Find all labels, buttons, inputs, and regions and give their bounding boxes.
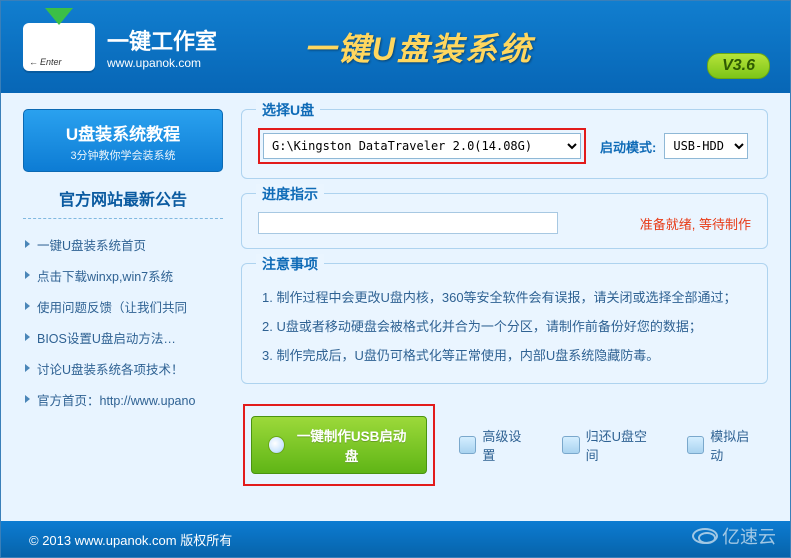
watermark: 亿速云 bbox=[692, 523, 776, 549]
note-item: 制作过程中会更改U盘内核，360等安全软件会有误报，请关闭或选择全部通过； bbox=[262, 282, 751, 311]
main-panel: 选择U盘 G:\Kingston DataTraveler 2.0(14.08G… bbox=[241, 109, 768, 513]
brand-name: 一键工作室 bbox=[107, 24, 217, 56]
logo-icon: Enter bbox=[23, 23, 95, 71]
app-header: Enter 一键工作室 www.upanok.com 一键U盘装系统 V3.6 bbox=[1, 1, 790, 93]
progress-status: 准备就绪, 等待制作 bbox=[640, 214, 751, 233]
create-usb-button[interactable]: 一键制作USB启动盘 bbox=[251, 416, 427, 474]
section-title: 注意事项 bbox=[256, 254, 324, 274]
sidebar-link[interactable]: 点击下载winxp,win7系统 bbox=[23, 260, 223, 291]
highlight-box: 一键制作USB启动盘 bbox=[243, 404, 435, 486]
disc-icon bbox=[268, 436, 285, 454]
select-usb-section: 选择U盘 G:\Kingston DataTraveler 2.0(14.08G… bbox=[241, 109, 768, 179]
tutorial-title: U盘装系统教程 bbox=[28, 120, 218, 145]
version-badge: V3.6 bbox=[707, 53, 770, 79]
progress-section: 进度指示 准备就绪, 等待制作 bbox=[241, 193, 768, 249]
highlight-box: G:\Kingston DataTraveler 2.0(14.08G) bbox=[258, 128, 586, 164]
monitor-icon bbox=[687, 436, 704, 454]
boot-mode-label: 启动模式: bbox=[600, 137, 656, 156]
sidebar-link[interactable]: 使用问题反馈（让我们共同 bbox=[23, 291, 223, 322]
restore-space-button[interactable]: 归还U盘空间 bbox=[556, 422, 663, 468]
note-item: 制作完成后，U盘仍可格式化等正常使用，内部U盘系统隐藏防毒。 bbox=[262, 340, 751, 369]
progress-bar bbox=[258, 212, 558, 234]
copyright: © 2013 www.upanok.com 版权所有 bbox=[29, 530, 232, 549]
button-label: 高级设置 bbox=[482, 426, 532, 464]
announcement-list: 一键U盘装系统首页 点击下载winxp,win7系统 使用问题反馈（让我们共同 … bbox=[23, 229, 223, 415]
tutorial-subtitle: 3分钟教你学会装系统 bbox=[28, 147, 218, 163]
notes-section: 注意事项 制作过程中会更改U盘内核，360等安全软件会有误报，请关闭或选择全部通… bbox=[241, 263, 768, 384]
tutorial-button[interactable]: U盘装系统教程 3分钟教你学会装系统 bbox=[23, 109, 223, 172]
note-item: U盘或者移动硬盘会被格式化并合为一个分区，请制作前备份好您的数据； bbox=[262, 311, 751, 340]
restore-icon bbox=[562, 436, 579, 454]
advanced-settings-button[interactable]: 高级设置 bbox=[453, 422, 538, 468]
button-label: 归还U盘空间 bbox=[586, 426, 657, 464]
sidebar-link[interactable]: 一键U盘装系统首页 bbox=[23, 229, 223, 260]
sidebar: U盘装系统教程 3分钟教你学会装系统 官方网站最新公告 一键U盘装系统首页 点击… bbox=[23, 109, 223, 513]
button-label: 模拟启动 bbox=[710, 426, 760, 464]
announcement-heading: 官方网站最新公告 bbox=[23, 186, 223, 219]
app-title: 一键U盘装系统 bbox=[304, 24, 533, 70]
sidebar-link[interactable]: BIOS设置U盘启动方法… bbox=[23, 322, 223, 353]
usb-drive-select[interactable]: G:\Kingston DataTraveler 2.0(14.08G) bbox=[263, 133, 581, 159]
sidebar-link[interactable]: 讨论U盘装系统各项技术！ bbox=[23, 353, 223, 384]
brand-url: www.upanok.com bbox=[107, 56, 217, 70]
enter-key-label: Enter bbox=[29, 57, 62, 67]
button-label: 一键制作USB启动盘 bbox=[293, 425, 410, 465]
section-title: 进度指示 bbox=[256, 184, 324, 204]
gear-icon bbox=[459, 436, 476, 454]
footer: © 2013 www.upanok.com 版权所有 亿速云 bbox=[1, 521, 790, 557]
section-title: 选择U盘 bbox=[256, 100, 320, 120]
cloud-icon bbox=[692, 528, 718, 544]
simulate-boot-button[interactable]: 模拟启动 bbox=[681, 422, 766, 468]
boot-mode-select[interactable]: USB-HDD bbox=[664, 133, 748, 159]
sidebar-link[interactable]: 官方首页：http://www.upano bbox=[23, 384, 223, 415]
